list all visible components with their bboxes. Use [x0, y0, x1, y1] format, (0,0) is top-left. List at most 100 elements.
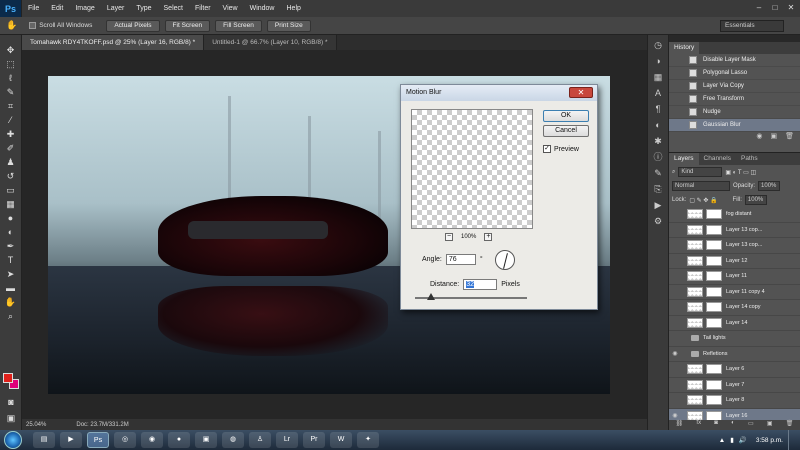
tool-presets-icon[interactable]: ⚙: [651, 215, 665, 227]
taskbar-browser-icon[interactable]: ◎: [114, 432, 136, 448]
layer-name[interactable]: Layer 7: [726, 382, 744, 388]
workspace-select[interactable]: Essentials: [720, 20, 784, 32]
angle-input[interactable]: 76: [445, 254, 476, 265]
menu-view[interactable]: View: [217, 5, 244, 12]
layer-name[interactable]: Layer 14 copy: [726, 304, 761, 310]
layer-row[interactable]: Layer 13 cop...: [669, 238, 800, 254]
dodge-tool-icon[interactable]: ◐: [4, 226, 18, 238]
kind-select[interactable]: Kind: [678, 167, 723, 177]
menu-edit[interactable]: Edit: [45, 5, 69, 12]
layer-mask-thumbnail[interactable]: [706, 286, 722, 297]
distance-slider-thumb[interactable]: [427, 293, 435, 300]
fill-input[interactable]: 100%: [744, 195, 767, 205]
layer-mask-thumbnail[interactable]: [706, 271, 722, 282]
type-tool-icon[interactable]: T: [4, 254, 18, 266]
history-item[interactable]: Free Transform: [669, 93, 800, 106]
preview-checkbox[interactable]: ✓ Preview: [543, 145, 579, 153]
fit-screen-button[interactable]: Fit Screen: [164, 19, 211, 32]
layer-mask-thumbnail[interactable]: [706, 317, 722, 328]
crop-tool-icon[interactable]: ⌗: [4, 100, 18, 112]
menu-select[interactable]: Select: [158, 5, 189, 12]
layer-mask-thumbnail[interactable]: [706, 255, 722, 266]
healing-brush-icon[interactable]: ✚: [4, 128, 18, 140]
tab-untitled-1[interactable]: Untitled-1 @ 66.7% (Layer 10, RGB/8) *: [204, 35, 337, 50]
actions-panel-icon[interactable]: ▶: [651, 199, 665, 211]
menu-layer[interactable]: Layer: [101, 5, 131, 12]
clone-source-icon[interactable]: ⎘: [651, 183, 665, 195]
link-icon[interactable]: ⛓: [676, 420, 684, 430]
layer-row[interactable]: Layer 14 copy: [669, 300, 800, 316]
taskbar-lr-icon[interactable]: Lr: [276, 432, 298, 448]
history-panel-icon[interactable]: ◷: [651, 39, 665, 51]
layer-thumbnail[interactable]: [687, 364, 703, 375]
history-item[interactable]: Layer Via Copy: [669, 80, 800, 93]
character-panel-icon[interactable]: A: [651, 87, 665, 99]
menu-type[interactable]: Type: [130, 5, 157, 12]
taskbar-app-icon[interactable]: ●: [168, 432, 190, 448]
eraser-icon[interactable]: ▭: [4, 184, 18, 196]
layer-row[interactable]: Layer 11 copy 4: [669, 285, 800, 300]
layer-group-row[interactable]: Tail lights: [669, 331, 800, 347]
tab-layers[interactable]: Layers: [669, 153, 699, 165]
layer-mask-thumbnail[interactable]: [706, 240, 722, 251]
volume-icon[interactable]: 🔊: [739, 436, 747, 444]
scroll-all-checkbox[interactable]: [29, 22, 37, 29]
zoom-in-button[interactable]: +: [484, 233, 493, 241]
history-item[interactable]: Disable Layer Mask: [669, 54, 800, 67]
history-brush-icon[interactable]: ↺: [4, 170, 18, 182]
layer-name[interactable]: Layer 13 cop...: [726, 242, 762, 248]
lock-icons[interactable]: ▢ ✎ ✥ 🔒: [689, 197, 717, 204]
start-button[interactable]: [4, 431, 22, 449]
history-item[interactable]: Gaussian Blur: [669, 119, 800, 132]
clone-stamp-icon[interactable]: ♟: [4, 156, 18, 168]
show-desktop-button[interactable]: [788, 430, 796, 450]
trash-icon[interactable]: 🗑: [785, 132, 794, 144]
menu-image[interactable]: Image: [69, 5, 100, 12]
filter-icons[interactable]: ▣ ◐ T ▭ ◫: [725, 169, 756, 176]
layer-thumbnail[interactable]: [687, 224, 703, 235]
layer-row[interactable]: Layer 11: [669, 269, 800, 285]
trash-icon[interactable]: 🗑: [786, 420, 794, 430]
taskbar-pr-icon[interactable]: Pr: [303, 432, 325, 448]
menu-filter[interactable]: Filter: [189, 5, 217, 12]
preview-checkmark[interactable]: ✓: [543, 145, 551, 153]
layer-thumbnail[interactable]: [687, 209, 703, 220]
layer-thumbnail[interactable]: [687, 240, 703, 251]
tab-paths[interactable]: Paths: [736, 153, 763, 165]
layer-name[interactable]: Layer 11: [726, 273, 747, 279]
quick-mask-icon[interactable]: ◙: [4, 396, 18, 408]
layer-name[interactable]: fog distant: [726, 211, 751, 217]
zoom-level[interactable]: 25.04%: [26, 422, 46, 428]
layer-name[interactable]: Layer 13 cop...: [726, 227, 762, 233]
zoom-tool-icon[interactable]: ⌕: [4, 310, 18, 322]
layer-name[interactable]: Layer 12: [726, 258, 747, 264]
layer-row[interactable]: Layer 13 cop...: [669, 223, 800, 238]
layer-row[interactable]: Layer 12: [669, 254, 800, 269]
new-layer-icon[interactable]: ▣: [767, 420, 773, 430]
ok-button[interactable]: OK: [543, 110, 589, 122]
taskbar-media-icon[interactable]: ▶: [60, 432, 82, 448]
layer-name[interactable]: Layer 6: [726, 366, 744, 372]
taskbar-folder-icon[interactable]: ▤: [33, 432, 55, 448]
lasso-tool-icon[interactable]: ℓ: [4, 72, 18, 84]
eyedropper-icon[interactable]: ⁄: [4, 114, 18, 126]
layer-name[interactable]: Layer 8: [726, 397, 744, 403]
distance-input[interactable]: 32: [463, 279, 498, 290]
angle-dial[interactable]: [495, 250, 515, 270]
distance-value[interactable]: 32: [466, 281, 474, 288]
taskbar-ps-icon[interactable]: Ps: [87, 432, 109, 448]
actual-pixels-button[interactable]: Actual Pixels: [106, 19, 160, 32]
maximize-icon[interactable]: □: [770, 3, 780, 12]
opacity-input[interactable]: 100%: [758, 181, 781, 191]
layer-name[interactable]: Tail lights: [703, 335, 726, 341]
taskbar-dropbox-icon[interactable]: ✦: [357, 432, 379, 448]
layer-thumbnail[interactable]: [687, 379, 703, 390]
layer-thumbnail[interactable]: [687, 317, 703, 328]
adjustment-icon[interactable]: ◐: [731, 420, 735, 430]
layer-row[interactable]: Layer 14: [669, 316, 800, 331]
layer-mask-thumbnail[interactable]: [706, 224, 722, 235]
print-size-button[interactable]: Print Size: [266, 19, 311, 32]
brush-panel-icon[interactable]: ✎: [651, 167, 665, 179]
menu-window[interactable]: Window: [244, 5, 281, 12]
layer-name[interactable]: Layer 14: [726, 320, 747, 326]
